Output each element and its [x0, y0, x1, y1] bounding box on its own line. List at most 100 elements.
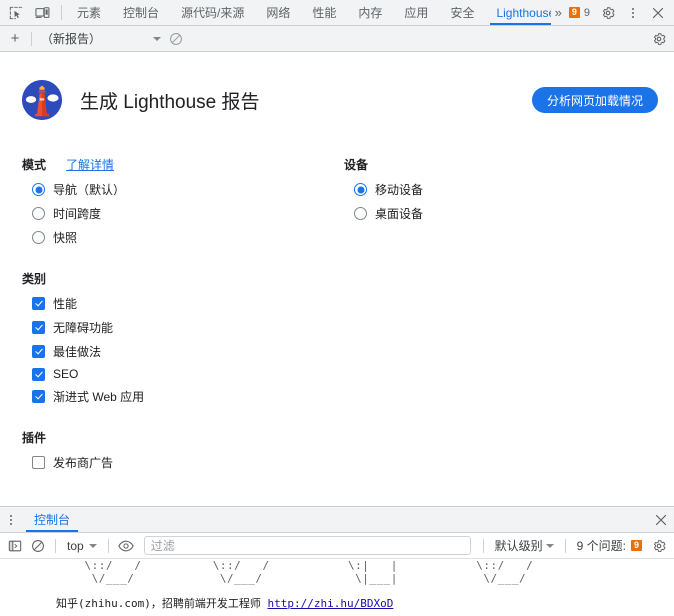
- chevron-down-icon: [88, 543, 97, 548]
- gear-icon[interactable]: [648, 29, 670, 49]
- toolbar-divider: [107, 538, 109, 553]
- toolbar-right-icons: » 9 9: [551, 0, 674, 25]
- console-drawer: 控制台 top 过滤 默认级别 9 个问题: 9 \::/ / \::/ / \…: [0, 506, 674, 616]
- console-output[interactable]: \::/ / \::/ / \:| | \::/ / \/___/ \/___/…: [0, 559, 674, 616]
- issue-count-label: 9: [583, 6, 590, 19]
- radio-mode-timespan[interactable]: 时间跨度: [22, 205, 344, 222]
- checkbox-category-best-practices[interactable]: 最佳做法: [22, 343, 344, 360]
- settings-column-right: 设备 移动设备 桌面设备: [344, 156, 652, 495]
- option-label: 导航（默认）: [53, 183, 126, 198]
- console-message: 知乎(zhihu.com)，招聘前端开发工程师 http://zhi.hu/BD…: [0, 585, 674, 611]
- gear-icon[interactable]: [596, 2, 620, 24]
- tab-memory[interactable]: 内存: [347, 0, 393, 25]
- chevron-down-icon: [545, 543, 554, 548]
- radio-device-desktop[interactable]: 桌面设备: [344, 205, 652, 222]
- issues-label: 9 个问题:: [576, 539, 626, 553]
- drawer-close-icon[interactable]: [648, 507, 674, 532]
- device-group: 设备 移动设备 桌面设备: [344, 156, 652, 222]
- option-label: 快照: [53, 231, 78, 246]
- tab-elements[interactable]: 元素: [66, 0, 112, 25]
- drawer-tab-console[interactable]: 控制台: [22, 507, 82, 532]
- device-title: 设备: [344, 158, 369, 173]
- tab-sources[interactable]: 源代码/来源: [170, 0, 255, 25]
- console-message-text: 知乎(zhihu.com)，招聘前端开发工程师: [56, 597, 268, 610]
- issues-indicator[interactable]: 9 9: [567, 7, 595, 19]
- checkbox-category-seo[interactable]: SEO: [22, 367, 344, 381]
- radio-mode-navigation[interactable]: 导航（默认）: [22, 181, 344, 198]
- show-console-sidebar-icon[interactable]: [4, 536, 26, 556]
- categories-group: 类别 性能 无障碍功能 最佳做法 SEO 渐进式 Web 应用: [22, 270, 344, 405]
- checkbox-indicator: [32, 390, 45, 404]
- option-label: SEO: [53, 367, 79, 382]
- option-label: 最佳做法: [53, 345, 102, 360]
- console-ascii-art-line: \::/ / \::/ / \:| | \::/ /: [56, 559, 534, 572]
- log-level-label: 默认级别: [494, 539, 543, 553]
- report-select[interactable]: （新报告）: [37, 29, 165, 49]
- analyze-page-load-button[interactable]: 分析网页加载情况: [531, 87, 658, 114]
- tab-label: 网络: [266, 6, 291, 20]
- tab-network[interactable]: 网络: [255, 0, 301, 25]
- tab-label: 内存: [358, 6, 383, 20]
- tab-label: 控制台: [123, 6, 160, 20]
- execution-context-value: top: [67, 538, 84, 553]
- radio-indicator: [32, 207, 45, 221]
- checkbox-indicator: [32, 345, 45, 359]
- close-icon[interactable]: [646, 2, 670, 24]
- log-level-select[interactable]: 默认级别: [490, 536, 559, 556]
- toolbar-divider: [61, 5, 62, 20]
- devtools-window: 元素 控制台 源代码/来源 网络 性能 内存 应用 安全 Lighthouse …: [0, 0, 674, 616]
- tab-label: 应用: [404, 6, 429, 20]
- page-title: 生成 Lighthouse 报告: [80, 91, 260, 113]
- tab-lighthouse[interactable]: Lighthouse: [485, 0, 551, 25]
- console-message-link[interactable]: http://zhi.hu/BDXoD: [267, 597, 393, 610]
- option-label: 性能: [53, 297, 78, 312]
- option-label: 移动设备: [375, 183, 424, 198]
- tab-security[interactable]: 安全: [439, 0, 485, 25]
- checkbox-category-pwa[interactable]: 渐进式 Web 应用: [22, 388, 344, 405]
- device-toolbar-icon[interactable]: [30, 2, 54, 24]
- lighthouse-toolbar: + （新报告）: [0, 26, 674, 52]
- plugins-title: 插件: [22, 431, 47, 446]
- tab-label: Lighthouse: [496, 5, 551, 20]
- tab-label: 源代码/来源: [181, 6, 245, 20]
- checkbox-category-performance[interactable]: 性能: [22, 295, 344, 312]
- lighthouse-settings-form: 模式 了解详情 导航（默认） 时间跨度 快照 类别 性能 无障碍功能 最佳做法 …: [0, 126, 674, 495]
- gear-icon[interactable]: [648, 536, 670, 556]
- checkbox-category-accessibility[interactable]: 无障碍功能: [22, 319, 344, 336]
- toolbar-divider: [564, 538, 566, 553]
- issue-badge-icon: 9: [568, 7, 580, 18]
- new-report-button[interactable]: +: [4, 29, 26, 49]
- radio-mode-snapshot[interactable]: 快照: [22, 229, 344, 246]
- clear-icon[interactable]: [165, 29, 187, 49]
- issue-badge-icon: 9: [631, 540, 642, 551]
- radio-device-mobile[interactable]: 移动设备: [344, 181, 652, 198]
- tab-performance[interactable]: 性能: [301, 0, 347, 25]
- settings-column-left: 模式 了解详情 导航（默认） 时间跨度 快照 类别 性能 无障碍功能 最佳做法 …: [22, 156, 344, 495]
- toolbar-divider: [482, 538, 484, 553]
- toolbar-left-icons: [0, 0, 57, 25]
- toolbar-divider: [31, 31, 32, 46]
- inspect-element-icon[interactable]: [4, 2, 28, 24]
- lighthouse-start-view: 生成 Lighthouse 报告 分析网页加载情况 模式 了解详情 导航（默认）: [0, 52, 674, 506]
- panel-tabs: 元素 控制台 源代码/来源 网络 性能 内存 应用 安全 Lighthouse: [66, 0, 551, 25]
- more-tabs-chevron-icon[interactable]: »: [551, 6, 566, 19]
- live-expression-icon[interactable]: [115, 536, 137, 556]
- settings-columns: 模式 了解详情 导航（默认） 时间跨度 快照 类别 性能 无障碍功能 最佳做法 …: [22, 156, 652, 495]
- console-filter-input[interactable]: [143, 536, 471, 555]
- tab-application[interactable]: 应用: [393, 0, 439, 25]
- console-issues-indicator[interactable]: 9 个问题: 9: [572, 537, 647, 554]
- toolbar-divider: [55, 538, 56, 553]
- console-ascii-art-line: \/___/ \/___/ \|___| \/___/: [56, 572, 527, 585]
- kebab-menu-icon[interactable]: [621, 2, 645, 24]
- tab-label: 安全: [450, 6, 475, 20]
- checkbox-plugin-publisher-ads[interactable]: 发布商广告: [22, 454, 344, 471]
- learn-more-link[interactable]: 了解详情: [66, 156, 114, 173]
- drawer-tab-label: 控制台: [34, 513, 71, 527]
- tab-console[interactable]: 控制台: [112, 0, 170, 25]
- chevron-down-icon: [153, 36, 161, 41]
- clear-console-icon[interactable]: [27, 536, 49, 556]
- drawer-kebab-menu-icon[interactable]: [0, 507, 22, 532]
- execution-context-select[interactable]: top: [62, 536, 102, 556]
- mode-group: 模式 了解详情 导航（默认） 时间跨度 快照: [22, 156, 344, 246]
- radio-indicator: [354, 207, 367, 221]
